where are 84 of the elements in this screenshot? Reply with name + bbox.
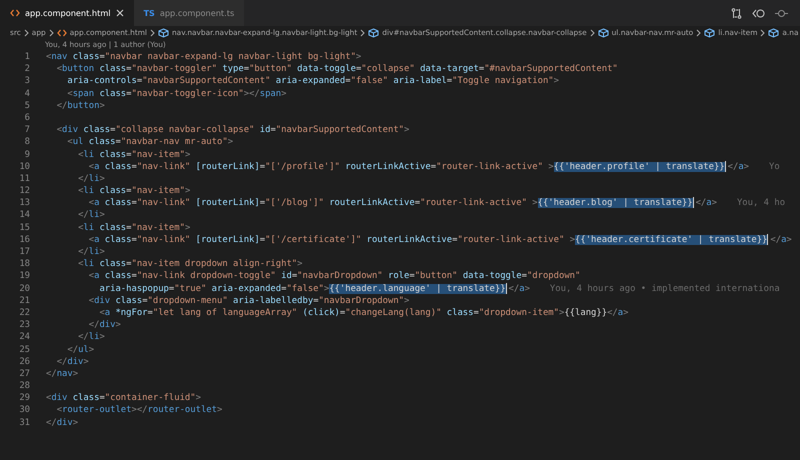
code-line: </button>: [56, 100, 105, 112]
line-number: 6: [24, 112, 30, 124]
code-line: <li class="nav-item dropdown align-right">: [77, 258, 302, 270]
editor-tab[interactable]: TS app.component.ts: [134, 0, 244, 26]
code-line: <a class="nav-link" [routerLink]="['/profile']" routerLinkActive="router-link-active" >{{'header.profile' | translate}} </a>: [88, 160, 750, 173]
code-line: <li class="nav-item">: [77, 222, 190, 234]
code-line: <div class="dropdown-menu" aria-labelledby="navbarDropdown">: [88, 294, 410, 307]
line-number: 7: [24, 124, 30, 136]
line-number: 19: [18, 270, 30, 283]
chevron-icon: [590, 28, 595, 36]
code-line: </div>: [88, 319, 121, 332]
chevron-icon: [696, 28, 702, 36]
line-number: 12: [18, 185, 30, 198]
chevron-icon: [150, 28, 155, 36]
code-line: </div>: [46, 416, 78, 429]
code-line: <nav class="navbar navbar-expand-lg navbar-light bg-light">: [46, 51, 362, 64]
code-line: <a *ngFor="let lang of languageArray" (click)="changeLang(lang)" class="dropdown-item">{{lang}}</a>: [98, 306, 628, 320]
blame-annotation: Yo: [769, 160, 780, 173]
cube-icon: [704, 28, 716, 38]
go-back-icon[interactable]: [752, 8, 765, 18]
line-number: 27: [18, 368, 30, 380]
line-number: 1: [24, 51, 30, 64]
line-number: 3: [24, 75, 30, 88]
line-number: 17: [18, 246, 30, 258]
code-line: <a class="nav-link dropdown-toggle" id="navbarDropdown" role="button" data-toggle="dropdown": [88, 270, 580, 283]
line-number: 11: [18, 172, 30, 186]
typescript-icon: TS: [144, 8, 155, 18]
code-line: <li class="nav-item">: [77, 185, 190, 198]
close-icon[interactable]: [116, 9, 124, 17]
code-line: </li>: [77, 331, 105, 344]
line-number: 30: [18, 404, 30, 417]
cube-icon: [368, 28, 380, 38]
code-brackets-icon: [10, 9, 20, 17]
line-number: 18: [18, 258, 30, 270]
editor-tab[interactable]: app.component.html: [0, 0, 134, 26]
compare-changes-icon[interactable]: [731, 8, 742, 18]
code-line: </li>: [77, 172, 105, 186]
code-line: </ul>: [66, 344, 94, 356]
cube-icon: [768, 28, 780, 38]
code-line: <div class="collapse navbar-collapse" id="navbarSupportedContent">: [56, 124, 410, 136]
code-line: <router-outlet></router-outlet>: [56, 404, 222, 417]
line-number: 4: [24, 88, 30, 100]
chevron-icon: [48, 28, 54, 36]
line-number: 31: [18, 416, 30, 429]
circle-icon[interactable]: [775, 8, 788, 18]
line-number: 25: [18, 344, 30, 356]
blame-annotation: You, 4 ho: [736, 197, 786, 210]
line-number: 13: [18, 197, 30, 210]
cube-icon: [598, 28, 609, 38]
code-line: </div>: [56, 356, 89, 368]
line-number: 2: [24, 63, 30, 76]
code-line: <li class="nav-item">: [77, 148, 190, 161]
line-number: 24: [18, 331, 30, 344]
code-line: <a class="nav-link" [routerLink]="['/blog']" routerLinkActive="router-link-active" >{{'header.blog' | translate}} </a>: [88, 197, 717, 210]
line-number: 10: [18, 160, 30, 173]
code-line: aria-controls="navbarSupportedContent" aria-expanded="false" aria-label="Toggle navigation">: [66, 75, 559, 88]
line-number: 28: [18, 380, 30, 392]
chevron-icon: [24, 28, 29, 36]
line-number: 5: [24, 100, 30, 112]
line-number: 8: [24, 136, 30, 149]
code-line: </li>: [77, 209, 105, 222]
code-line: <div class="container-fluid">: [46, 392, 201, 404]
code-line: </li>: [77, 246, 105, 258]
line-number: 16: [18, 234, 30, 246]
line-number: 14: [18, 209, 30, 222]
code-line: aria-haspopup="true" aria-expanded="false">{{'header.language' | translate}} </a>: [98, 282, 530, 295]
code-line: <button class="navbar-toggler" type="button" data-toggle="collapse" data-target="#navbarSupportedContent": [56, 63, 618, 76]
line-number: 29: [18, 392, 30, 404]
line-number: 26: [18, 356, 30, 368]
code-line: <ul class="navbar-nav mr-auto">: [66, 136, 234, 149]
cube-icon: [158, 28, 169, 38]
chevron-icon: [760, 28, 766, 36]
blame-annotation: You, 4 hours ago • implemented internationa: [550, 282, 780, 295]
line-number: 23: [18, 319, 30, 332]
line-number: 9: [24, 148, 30, 161]
chevron-icon: [360, 28, 366, 36]
line-number: 22: [18, 306, 30, 320]
code-line: </nav>: [46, 368, 78, 380]
code-line: <span class="navbar-toggler-icon"></span>: [66, 88, 286, 100]
line-number: 20: [18, 282, 30, 295]
code-brackets-icon: [56, 28, 67, 36]
code-line: <a class="nav-link" [routerLink]="['/certificate']" routerLinkActive="router-link-active" >{{'header.certificate' | translate}} </a>: [88, 234, 792, 246]
line-number: 21: [18, 294, 30, 307]
line-number: 15: [18, 222, 30, 234]
